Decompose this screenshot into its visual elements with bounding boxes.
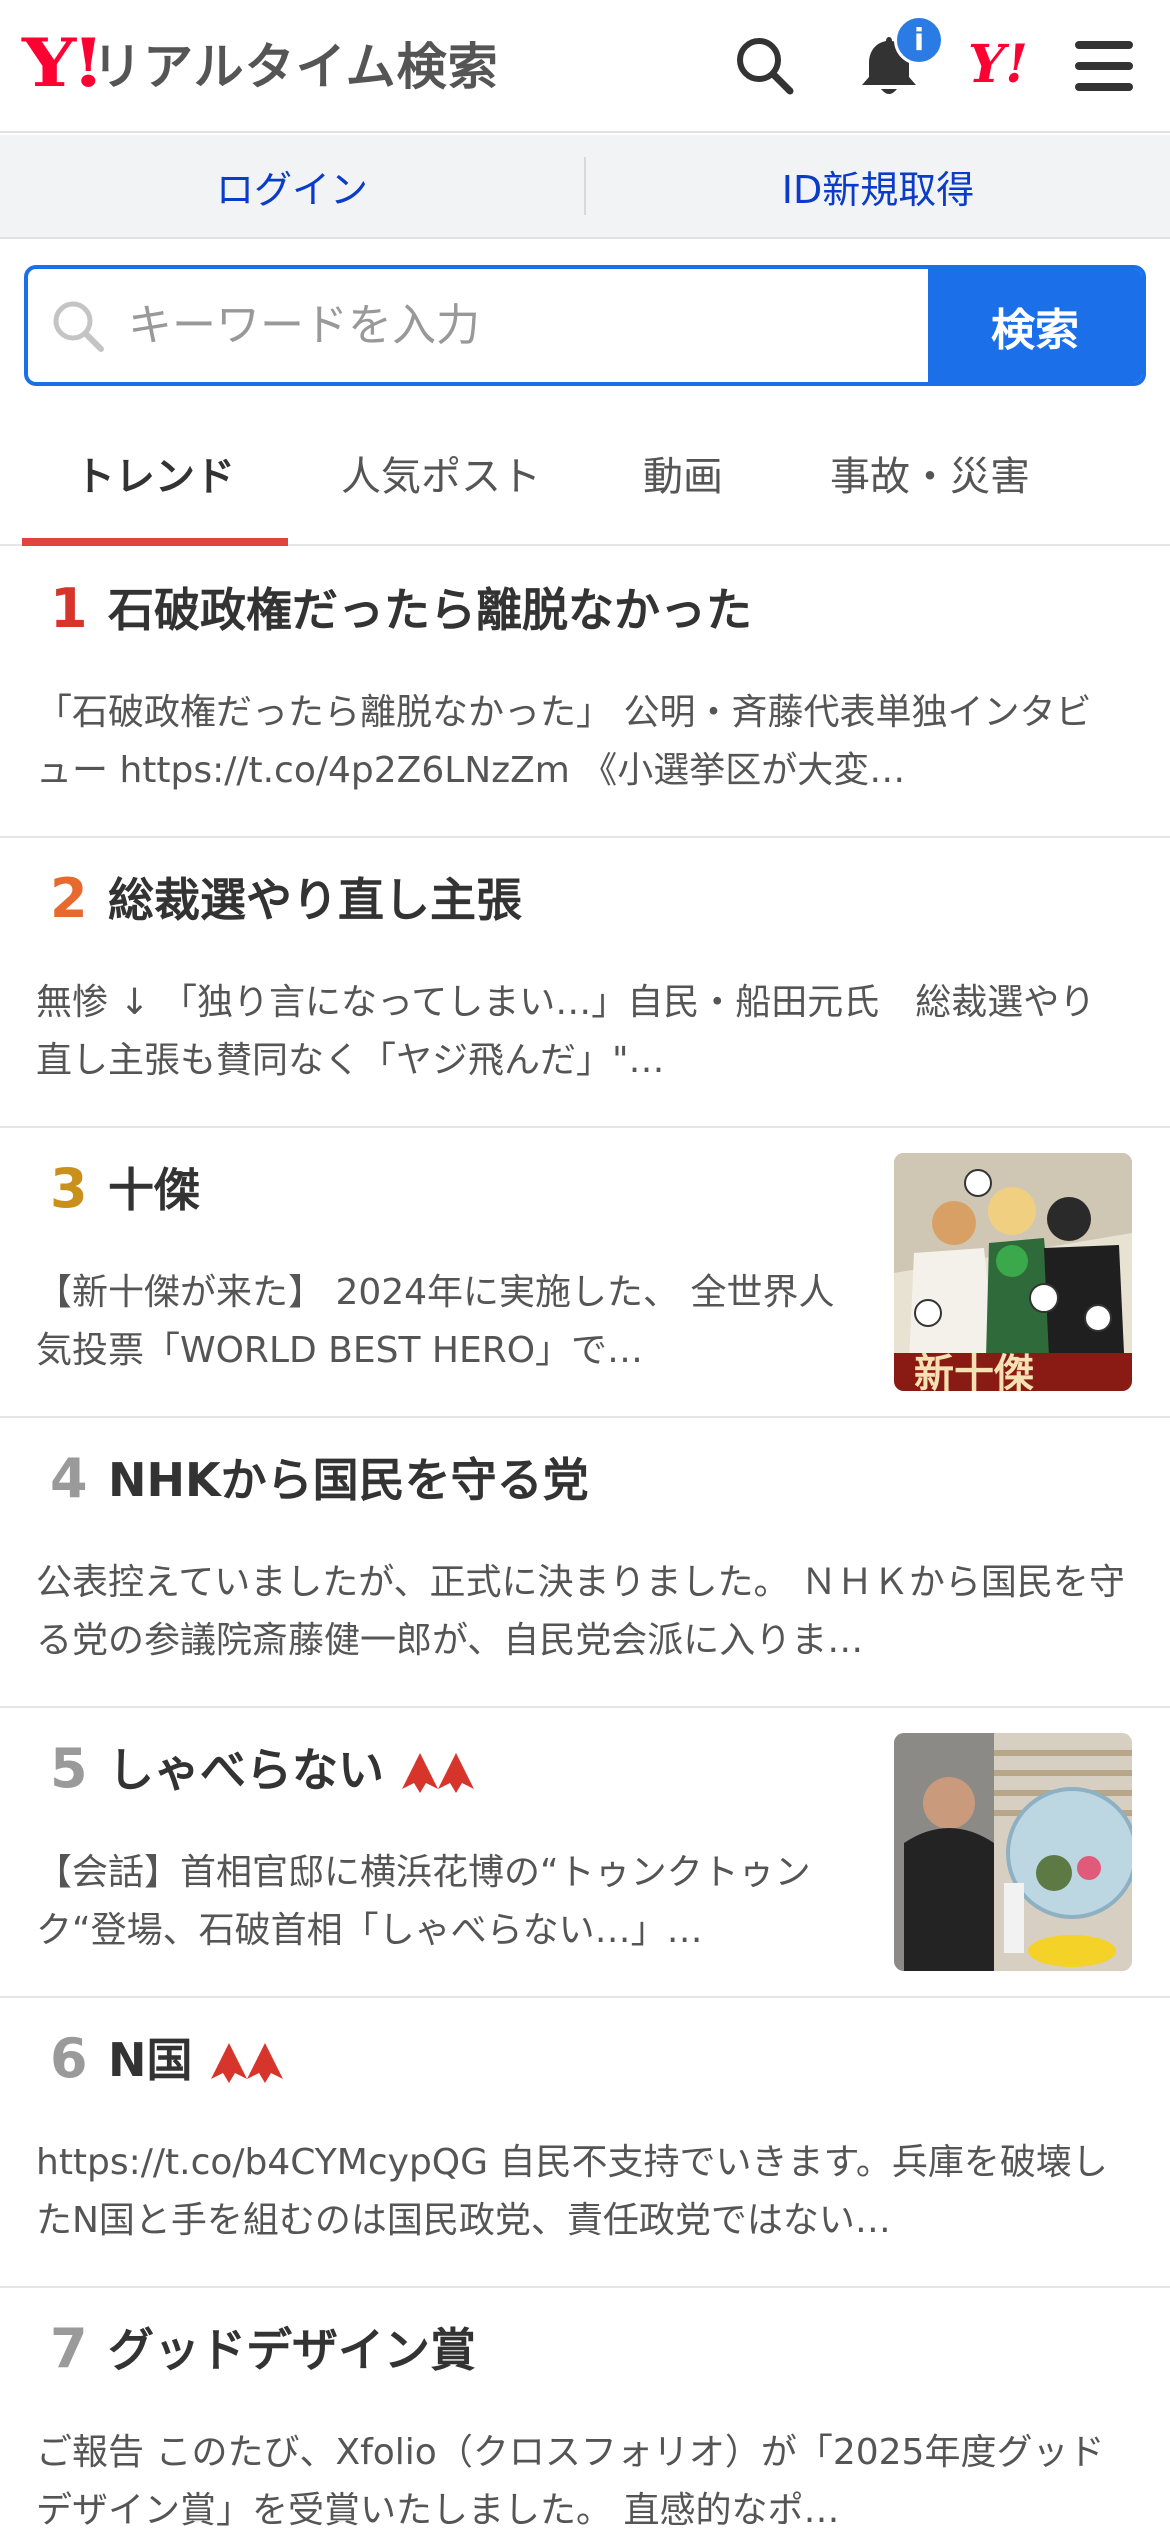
trend-item-5[interactable]: 5 しゃべらない 【会話】首相官邸に横浜花博の“トゥンクトゥンク“登場、石破首相…	[0, 1708, 1170, 1998]
trend-rank: 1	[50, 577, 88, 640]
search-button[interactable]: 検索	[928, 269, 1142, 382]
double-up-arrow-icon	[207, 2035, 291, 2085]
trend-rank: 4	[50, 1447, 88, 1510]
signup-link[interactable]: ID新規取得	[586, 135, 1170, 237]
trend-rank: 6	[50, 2027, 88, 2090]
active-tab-indicator	[22, 538, 288, 546]
trend-rank: 5	[50, 1737, 88, 1800]
trend-snippet: https://t.co/b4CYMcypQG 自民不支持でいきます。兵庫を破壊…	[36, 2142, 1108, 2241]
trend-item-2[interactable]: 2 総裁選やり直し主張 無惨 ↓ 「独り言になってしまい…」自民・船田元氏 総裁…	[0, 838, 1170, 1128]
app-header: Y! リアルタイム検索 i Y!	[0, 0, 1170, 133]
search-icon[interactable]	[727, 28, 803, 104]
category-tabs: トレンド 人気ポスト 動画 事故・災害	[0, 400, 1170, 546]
trend-title-text: N国	[108, 2033, 193, 2087]
trend-title: N国	[108, 2030, 291, 2090]
trend-title: 十傑	[108, 1160, 200, 1220]
trend-thumbnail[interactable]	[894, 1733, 1132, 1971]
tab-accident-disaster[interactable]: 事故・災害	[800, 400, 1060, 546]
search-input[interactable]	[128, 269, 928, 382]
trend-title: NHKから国民を守る党	[108, 1450, 589, 1510]
trend-thumbnail[interactable]: 新十傑	[894, 1153, 1132, 1391]
logo-text: リアルタイム検索	[92, 38, 499, 96]
trend-title: グッドデザイン賞	[108, 2320, 476, 2380]
yahoo-japan-icon[interactable]: Y!	[968, 34, 1028, 95]
tab-video[interactable]: 動画	[590, 400, 776, 546]
trend-snippet: 公表控えていましたが、正式に決まりました。 ＮＨＫから国民を守る党の参議院斎藤健…	[36, 1562, 1125, 1661]
trend-title-text: 総裁選やり直し主張	[108, 873, 522, 927]
trend-snippet: 【会話】首相官邸に横浜花博の“トゥンクトゥンク“登場、石破首相「しゃべらない…」…	[36, 1852, 811, 1951]
trend-item-1[interactable]: 1 石破政権だったら離脱なかった 「石破政権だったら離脱なかった」 公明・斉藤代…	[0, 548, 1170, 838]
trend-snippet: 󠄀ご報告󠄀 このたび、Xfolio（クロスフォリオ）が「2025年度グッドデザイ…	[36, 2432, 1105, 2531]
trend-title: 総裁選やり直し主張	[108, 870, 522, 930]
login-link[interactable]: ログイン	[0, 135, 584, 237]
trend-title: しゃべらない	[108, 1740, 482, 1800]
trend-item-7[interactable]: 7 グッドデザイン賞 󠄀ご報告󠄀 このたび、Xfolio（クロスフォリオ）が「2…	[0, 2288, 1170, 2532]
trend-item-3[interactable]: 3 十傑 【新十傑が来た󠄀】 2024年に実施した、 全世界人気投票「WORLD…	[0, 1128, 1170, 1418]
hamburger-menu-icon[interactable]	[1066, 28, 1142, 104]
logo-mark: Y!	[22, 24, 105, 102]
trend-title: 石破政権だったら離脱なかった	[108, 580, 752, 640]
tab-trend[interactable]: トレンド	[22, 400, 288, 546]
trend-title-text: グッドデザイン賞	[108, 2323, 476, 2377]
trend-snippet: 無惨 ↓ 「独り言になってしまい…」自民・船田元氏 総裁選やり直し主張も賛同なく…	[36, 982, 1096, 1081]
trend-item-4[interactable]: 4 NHKから国民を守る党 公表控えていましたが、正式に決まりました。 ＮＨＫか…	[0, 1418, 1170, 1708]
search-box: 検索	[24, 265, 1146, 386]
trend-snippet: 「石破政権だったら離脱なかった」 公明・斉藤代表単独インタビュー https:/…	[36, 692, 1092, 791]
trend-title-text: しゃべらない	[108, 1743, 384, 1797]
trend-rank: 7	[50, 2317, 88, 2380]
double-up-arrow-icon	[398, 1745, 482, 1795]
trend-title-text: 石破政権だったら離脱なかった	[108, 583, 752, 637]
tab-popular-posts[interactable]: 人気ポスト	[308, 400, 574, 546]
trend-rank: 2	[50, 867, 88, 930]
svg-text:新十傑: 新十傑	[914, 1350, 1034, 1391]
notification-badge: i	[894, 15, 944, 65]
yahoo-realtime-logo[interactable]: Y! リアルタイム検索	[22, 28, 499, 98]
search-icon	[28, 269, 128, 382]
trend-snippet: 【新十傑が来た󠄀】 2024年に実施した、 全世界人気投票「WORLD BEST…	[36, 1272, 835, 1371]
trend-title-text: 十傑	[108, 1163, 200, 1217]
trend-item-6[interactable]: 6 N国 https://t.co/b4CYMcypQG 自民不支持でいきます。…	[0, 1998, 1170, 2288]
trend-title-text: NHKから国民を守る党	[108, 1453, 589, 1507]
account-bar: ログイン ID新規取得	[0, 135, 1170, 239]
trend-rank: 3	[50, 1157, 88, 1220]
